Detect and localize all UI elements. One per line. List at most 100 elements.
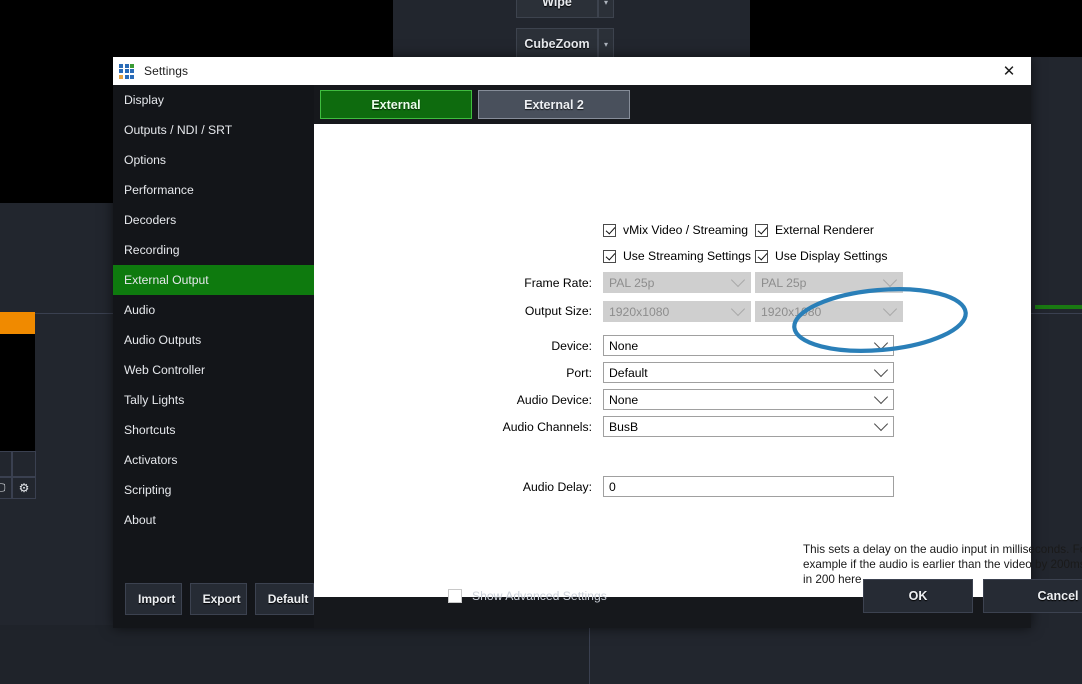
transition-cubezoom-dropdown-icon[interactable]: ▾ xyxy=(598,28,614,60)
bg-input-cell-a[interactable] xyxy=(0,451,12,477)
sidebar-item-label: External Output xyxy=(124,273,209,287)
checkbox-use-display-settings-label: Use Display Settings xyxy=(775,249,888,263)
chevron-down-icon xyxy=(730,272,746,287)
checkbox-external-renderer[interactable] xyxy=(755,223,768,237)
cancel-button[interactable]: Cancel xyxy=(983,579,1082,613)
sidebar-item-label: Audio xyxy=(124,303,156,317)
device-label: Device: xyxy=(551,339,592,353)
bg-program-indicator xyxy=(1035,305,1082,309)
sidebar-item-shortcuts[interactable]: Shortcuts xyxy=(113,415,314,445)
sidebar-item-recording[interactable]: Recording xyxy=(113,235,314,265)
port-label: Port: xyxy=(566,366,592,380)
sidebar-footer: Import Export Default xyxy=(113,569,314,628)
sidebar-item-display[interactable]: Display xyxy=(113,85,314,115)
checkbox-vmix-video-streaming-label: vMix Video / Streaming xyxy=(623,223,749,237)
checkbox-use-streaming-settings[interactable] xyxy=(603,249,616,263)
chevron-down-icon xyxy=(730,301,746,316)
output-size-combo-right-value: 1920x1080 xyxy=(761,304,822,319)
checkbox-row-external-renderer[interactable]: External Renderer xyxy=(755,223,874,237)
sidebar-item-web-controller[interactable]: Web Controller xyxy=(113,355,314,385)
default-button[interactable]: Default xyxy=(254,582,314,615)
external-output-form: vMix Video / Streaming External Renderer… xyxy=(314,124,1082,597)
sidebar-item-label: Options xyxy=(124,153,167,167)
sidebar-item-label: Display xyxy=(124,93,164,107)
ok-button[interactable]: OK xyxy=(863,579,973,613)
audio-delay-input[interactable]: 0 xyxy=(603,476,894,497)
bg-input-cell-b[interactable] xyxy=(12,451,36,477)
checkbox-external-renderer-label: External Renderer xyxy=(775,223,874,237)
sidebar-item-decoders[interactable]: Decoders xyxy=(113,205,314,235)
checkbox-row-use-streaming-settings[interactable]: Use Streaming Settings xyxy=(603,249,751,263)
checkbox-row-use-display-settings[interactable]: Use Display Settings xyxy=(755,249,887,263)
chevron-down-icon xyxy=(873,335,889,350)
transition-button-wipe-label: Wipe xyxy=(542,0,572,9)
transition-button-cubezoom-label: CubeZoom xyxy=(524,37,590,51)
sidebar-item-options[interactable]: Options xyxy=(113,145,314,175)
sidebar-item-performance[interactable]: Performance xyxy=(113,175,314,205)
sidebar-item-label: Web Controller xyxy=(124,363,206,377)
output-size-combo-right[interactable]: 1920x1080 xyxy=(755,301,903,322)
sidebar-item-audio-outputs[interactable]: Audio Outputs xyxy=(113,325,314,355)
sidebar-item-label: Decoders xyxy=(124,213,177,227)
output-size-combo-left[interactable]: 1920x1080 xyxy=(603,301,751,322)
bg-divider-vertical xyxy=(589,628,590,684)
export-button[interactable]: Export xyxy=(189,582,247,615)
audio-device-combo[interactable]: None xyxy=(603,389,894,410)
sidebar-item-label: Performance xyxy=(124,183,194,197)
frame-rate-combo-right[interactable]: PAL 25p xyxy=(755,272,903,293)
app-grid-icon xyxy=(119,63,134,79)
import-button[interactable]: Import xyxy=(125,582,182,615)
tab-strip: External External 2 xyxy=(314,85,1031,124)
audio-delay-label: Audio Delay: xyxy=(522,480,592,494)
tab-external[interactable]: External xyxy=(320,90,472,119)
sidebar-item-tally-lights[interactable]: Tally Lights xyxy=(113,385,314,415)
chevron-down-icon xyxy=(873,362,889,377)
sidebar-item-label: Recording xyxy=(124,243,180,257)
show-advanced-settings-row[interactable]: Show Advanced Settings xyxy=(448,589,607,603)
frame-rate-label: Frame Rate: xyxy=(524,276,592,290)
sidebar-item-label: Scripting xyxy=(124,483,172,497)
output-size-label: Output Size: xyxy=(524,304,592,318)
tab-external-2-label: External 2 xyxy=(524,97,584,112)
dialog-title-bar: Settings ✕ xyxy=(113,57,1031,85)
tab-external-label: External xyxy=(371,97,421,112)
sidebar-item-label: Shortcuts xyxy=(124,423,176,437)
monitor-icon[interactable]: 🖵 xyxy=(0,477,12,499)
port-combo[interactable]: Default xyxy=(603,362,894,383)
device-combo-value: None xyxy=(609,338,639,353)
audio-channels-combo[interactable]: BusB xyxy=(603,416,894,437)
sidebar-item-scripting[interactable]: Scripting xyxy=(113,475,314,505)
tab-external-2[interactable]: External 2 xyxy=(478,90,630,119)
device-combo[interactable]: None xyxy=(603,335,894,356)
dialog-title: Settings xyxy=(144,64,189,78)
checkbox-vmix-video-streaming[interactable] xyxy=(603,223,616,237)
chevron-down-icon xyxy=(882,272,898,287)
gear-icon[interactable]: ⚙ xyxy=(12,477,36,499)
sidebar-item-about[interactable]: About xyxy=(113,505,314,535)
frame-rate-combo-left-value: PAL 25p xyxy=(609,275,655,290)
audio-channels-combo-value: BusB xyxy=(609,419,639,434)
settings-content-panel: External External 2 vMix Video / Streami… xyxy=(314,85,1082,597)
port-combo-value: Default xyxy=(609,365,648,380)
checkbox-show-advanced-settings[interactable] xyxy=(448,589,462,603)
transition-button-cubezoom[interactable]: CubeZoom xyxy=(516,28,598,60)
sidebar-item-label: Tally Lights xyxy=(124,393,185,407)
transition-button-wipe[interactable]: Wipe xyxy=(516,0,598,18)
chevron-down-icon xyxy=(873,416,889,431)
bg-lower-panel-left xyxy=(0,625,589,684)
sidebar-item-activators[interactable]: Activators xyxy=(113,445,314,475)
chevron-down-icon xyxy=(882,301,898,316)
bg-input-tally-orange xyxy=(0,312,35,334)
bg-input-thumbnail xyxy=(0,334,35,451)
sidebar-item-outputs-ndi-srt[interactable]: Outputs / NDI / SRT xyxy=(113,115,314,145)
settings-dialog: Settings ✕ Display Outputs / NDI / SRT O… xyxy=(113,57,1082,628)
sidebar-item-external-output[interactable]: External Output xyxy=(113,265,314,295)
audio-device-combo-value: None xyxy=(609,392,639,407)
transition-wipe-dropdown-icon[interactable]: ▾ xyxy=(598,0,614,18)
sidebar-item-audio[interactable]: Audio xyxy=(113,295,314,325)
checkbox-row-vmix-video-streaming[interactable]: vMix Video / Streaming xyxy=(603,223,748,237)
sidebar-item-label: Audio Outputs xyxy=(124,333,202,347)
close-icon[interactable]: ✕ xyxy=(987,57,1031,85)
frame-rate-combo-left[interactable]: PAL 25p xyxy=(603,272,751,293)
checkbox-use-display-settings[interactable] xyxy=(755,249,768,263)
